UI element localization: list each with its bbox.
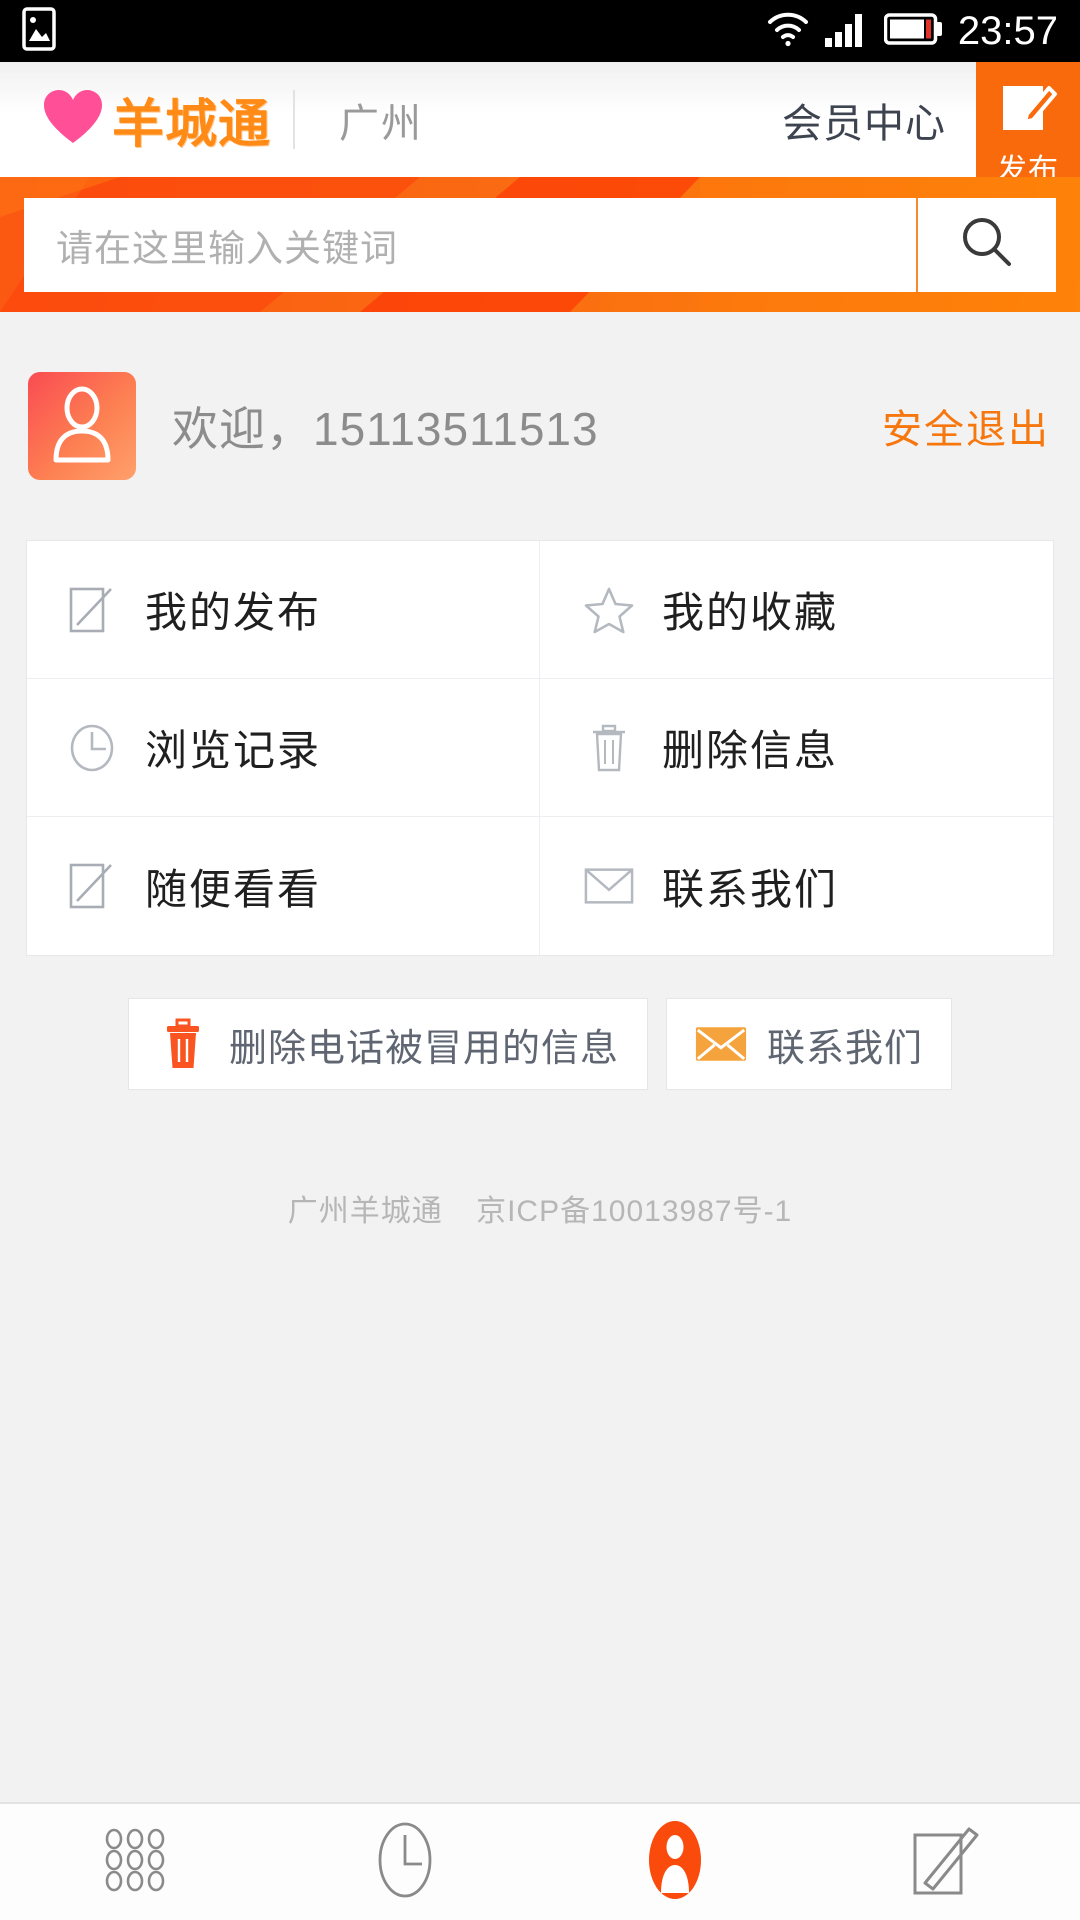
person-icon [46, 384, 118, 469]
menu-item-label: 我的发布 [145, 589, 322, 636]
user-summary: 欢迎，15113511513 安全退出 [0, 312, 1080, 480]
menu-item-browse-history[interactable]: 浏览记录 [27, 679, 540, 817]
search-input[interactable]: 请在这里输入关键词 [24, 197, 918, 292]
nav-item-profile[interactable] [540, 1804, 810, 1920]
envelope-icon [584, 865, 634, 907]
nav-item-categories[interactable] [0, 1804, 270, 1920]
star-icon [584, 586, 634, 634]
search-banner: 请在这里输入关键词 [0, 177, 1080, 312]
publish-button[interactable]: 发布 [976, 62, 1080, 187]
grid-icon [97, 1822, 173, 1903]
city-selector[interactable]: 广州 [295, 62, 423, 177]
welcome-text: 欢迎，15113511513 [172, 403, 599, 455]
action-button-label: 联系我们 [767, 1027, 924, 1070]
app-header: 羊城通 广州 会员中心 发布 [0, 62, 1080, 187]
signal-icon [824, 10, 870, 53]
trash-icon [584, 722, 634, 774]
compose-icon [67, 861, 117, 911]
menu-item-my-favorites[interactable]: 我的收藏 [540, 541, 1053, 679]
status-bar-clock: 23:57 [957, 9, 1058, 53]
search-button[interactable] [918, 198, 1056, 292]
menu-item-browse-around[interactable]: 随便看看 [27, 817, 540, 955]
clock-icon [67, 723, 117, 773]
nav-item-history[interactable] [270, 1804, 540, 1920]
menu-grid: 我的发布 我的收藏 浏览记录 删除信息 随便看看 联系我们 [26, 540, 1054, 956]
delete-misused-phone-info-button[interactable]: 删除电话被冒用的信息 [127, 998, 648, 1090]
menu-item-label: 我的收藏 [662, 589, 839, 636]
footer-site-name: 广州羊城通 [287, 1195, 443, 1228]
image-icon [22, 6, 56, 56]
menu-item-contact-us[interactable]: 联系我们 [540, 817, 1053, 955]
footer-icp: 京ICP备10013987号-1 [476, 1195, 793, 1228]
menu-item-delete-info[interactable]: 删除信息 [540, 679, 1053, 817]
contact-us-button[interactable]: 联系我们 [666, 998, 953, 1090]
person-icon [640, 1819, 710, 1906]
app-logo[interactable]: 羊城通 [0, 62, 271, 177]
search-bar[interactable]: 请在这里输入关键词 [24, 197, 1056, 292]
trash-icon [157, 1017, 209, 1071]
menu-item-label: 随便看看 [145, 865, 322, 913]
search-input-placeholder: 请在这里输入关键词 [56, 227, 398, 269]
nav-item-publish[interactable] [810, 1804, 1080, 1920]
menu-item-my-posts[interactable]: 我的发布 [27, 541, 540, 679]
action-button-row: 删除电话被冒用的信息 联系我们 [0, 998, 1080, 1090]
status-bar: 23:57 [0, 0, 1080, 62]
footer: 广州羊城通 京ICP备10013987号-1 [0, 1186, 1080, 1230]
status-bar-left [22, 6, 56, 56]
battery-icon [883, 12, 944, 51]
menu-item-label: 联系我们 [662, 865, 839, 913]
wifi-icon [766, 10, 810, 53]
action-button-label: 删除电话被冒用的信息 [228, 1027, 619, 1070]
compose-icon [997, 76, 1059, 143]
member-center-link[interactable]: 会员中心 [782, 62, 976, 177]
logout-button[interactable]: 安全退出 [882, 397, 1050, 455]
status-bar-right: 23:57 [766, 10, 1058, 53]
heart-icon [42, 88, 104, 151]
search-icon [958, 213, 1016, 276]
compose-icon [907, 1821, 983, 1904]
menu-item-label: 浏览记录 [145, 727, 322, 774]
bottom-navigation [0, 1802, 1080, 1920]
menu-item-label: 删除信息 [662, 727, 839, 774]
compose-icon [67, 585, 117, 635]
clock-icon [372, 1820, 438, 1905]
avatar[interactable] [28, 372, 136, 480]
app-logo-text: 羊城通 [112, 96, 272, 154]
envelope-icon [695, 1023, 747, 1065]
